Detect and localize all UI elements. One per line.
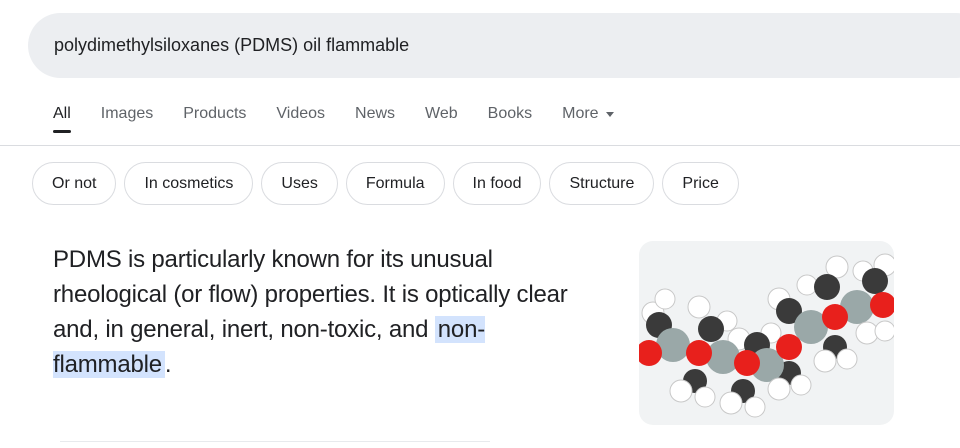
tab-videos[interactable]: Videos [276,103,325,125]
tab-news[interactable]: News [355,103,395,125]
tab-images[interactable]: Images [101,103,153,125]
chip-formula[interactable]: Formula [345,162,445,205]
chip-price[interactable]: Price [662,162,739,205]
chip-in-cosmetics[interactable]: In cosmetics [124,162,254,205]
tab-products[interactable]: Products [183,103,246,125]
search-input[interactable] [54,13,934,78]
search-bar[interactable] [28,13,960,78]
tab-more-label: More [562,105,599,122]
snippet-period: . [164,351,172,378]
chip-or-not[interactable]: Or not [32,162,117,205]
caret-down-icon [605,111,614,117]
pdms-molecule-thumbnail[interactable] [639,241,894,425]
snippet-text: PDMS is particularly known for its unusu… [53,246,568,343]
refinement-chips: Or not In cosmetics Uses Formula In food… [32,162,739,205]
featured-snippet-text: PDMS is particularly known for its unusu… [53,242,598,382]
chip-in-food[interactable]: In food [452,162,542,205]
header-divider [0,145,960,146]
tab-web[interactable]: Web [425,103,458,125]
chip-structure[interactable]: Structure [549,162,655,205]
tab-books[interactable]: Books [488,103,532,125]
chip-uses[interactable]: Uses [261,162,338,205]
tab-more[interactable]: More [562,103,614,125]
tab-all[interactable]: All [53,103,71,133]
pdms-molecule-icon [639,253,894,418]
search-tabs: All Images Products Videos News Web Book… [53,99,614,133]
